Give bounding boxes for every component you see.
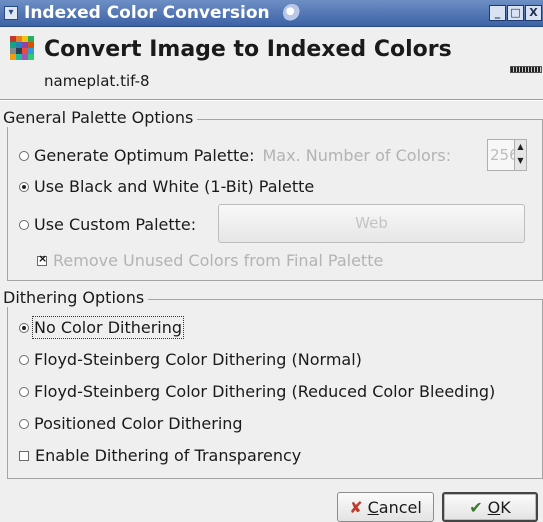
fs-reduced-radio[interactable]: Floyd-Steinberg Color Dithering (Reduced…	[19, 382, 495, 401]
radio-icon[interactable]	[19, 386, 29, 397]
fs-normal-label: Floyd-Steinberg Color Dithering (Normal)	[34, 350, 362, 369]
swirl-icon	[283, 4, 301, 22]
bw-palette-label: Use Black and White (1-Bit) Palette	[34, 177, 315, 196]
optimum-palette-label: Generate Optimum Palette:	[34, 146, 255, 165]
image-name: nameplat.tif-8	[44, 72, 150, 90]
radio-icon[interactable]	[19, 418, 29, 429]
spinner-arrows-icon[interactable]: ▲ ▼	[514, 140, 526, 170]
fs-reduced-label: Floyd-Steinberg Color Dithering (Reduced…	[34, 382, 496, 401]
radio-icon[interactable]	[19, 219, 29, 230]
ok-check-icon: ✔	[469, 497, 483, 517]
radio-icon[interactable]	[19, 150, 29, 161]
ok-label: K	[500, 497, 511, 517]
radio-selected-icon[interactable]	[19, 322, 29, 333]
header-separator	[0, 99, 543, 101]
no-dither-radio[interactable]: No Color Dithering	[19, 316, 185, 339]
max-colors-label: Max. Number of Colors:	[262, 146, 452, 165]
dialog-heading: Convert Image to Indexed Colors	[44, 37, 452, 62]
no-dither-label: No Color Dithering	[31, 316, 185, 339]
optimum-palette-radio[interactable]: Generate Optimum Palette: Max. Number of…	[19, 146, 451, 165]
custom-palette-radio[interactable]: Use Custom Palette:	[19, 215, 196, 234]
positioned-dither-label: Positioned Color Dithering	[34, 414, 243, 433]
ok-mnemonic: O	[487, 497, 501, 517]
window-title: Indexed Color Conversion	[24, 3, 270, 23]
fs-normal-radio[interactable]: Floyd-Steinberg Color Dithering (Normal)	[19, 350, 362, 369]
window-titlebar[interactable]: ▾ Indexed Color Conversion _ □ X	[0, 0, 543, 27]
cancel-mnemonic: C	[367, 497, 379, 517]
transparency-dither-label: Enable Dithering of Transparency	[35, 446, 302, 465]
positioned-dither-radio[interactable]: Positioned Color Dithering	[19, 414, 243, 433]
cancel-label: ancel	[378, 497, 422, 517]
radio-selected-icon[interactable]	[19, 181, 29, 192]
window-menu-icon[interactable]: ▾	[4, 6, 18, 20]
checkbox-icon[interactable]	[19, 450, 29, 461]
close-button[interactable]: X	[525, 5, 542, 21]
palette-grid-icon	[10, 36, 34, 60]
dither-options-legend: Dithering Options	[3, 288, 149, 307]
cancel-x-icon: ✘	[349, 497, 363, 517]
custom-palette-label: Use Custom Palette:	[34, 215, 197, 234]
bw-palette-radio[interactable]: Use Black and White (1-Bit) Palette	[19, 177, 314, 196]
transparency-dither-checkbox[interactable]: Enable Dithering of Transparency	[19, 446, 301, 465]
max-colors-spinner[interactable]: 256 ▲ ▼	[487, 139, 527, 171]
remove-unused-checkbox[interactable]: Remove Unused Colors from Final Palette	[37, 251, 383, 270]
custom-palette-button[interactable]: Web	[218, 204, 525, 243]
checkbox-checked-icon[interactable]	[37, 252, 47, 266]
minimize-button[interactable]: _	[489, 5, 506, 21]
remove-unused-label: Remove Unused Colors from Final Palette	[53, 251, 384, 270]
radio-icon[interactable]	[19, 354, 29, 365]
image-thumbnail	[510, 66, 542, 73]
maximize-button[interactable]: □	[507, 5, 524, 21]
palette-options-legend: General Palette Options	[3, 108, 198, 127]
